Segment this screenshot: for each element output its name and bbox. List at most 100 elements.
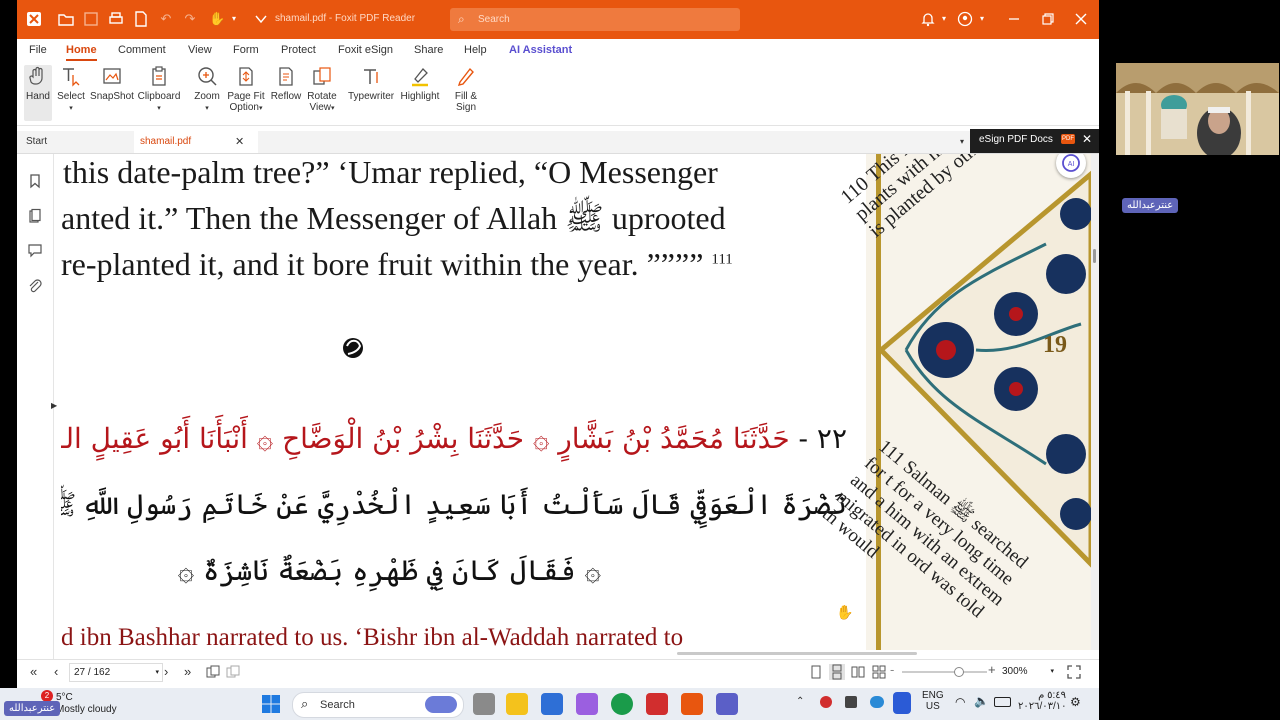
account-icon[interactable]	[957, 11, 973, 27]
undo-icon[interactable]: ↶	[158, 11, 174, 27]
next-page-icon[interactable]: ›	[164, 664, 168, 679]
close-icon[interactable]	[1073, 11, 1089, 27]
chevron-down-icon[interactable]: ▾	[155, 664, 159, 681]
zoom-slider[interactable]	[902, 667, 987, 677]
volume-icon[interactable]: 🔈	[974, 694, 989, 708]
region-label: US	[925, 701, 940, 712]
tray-app-icon[interactable]	[845, 696, 857, 708]
battery-icon[interactable]	[994, 697, 1011, 707]
comments-icon[interactable]	[27, 242, 43, 258]
fullscreen-icon[interactable]	[1067, 665, 1081, 679]
taskbar-search-box[interactable]: ⌕ Search	[292, 692, 464, 718]
chevron-down-icon[interactable]: ▾	[1050, 663, 1054, 680]
microsoft-store-icon[interactable]	[541, 693, 563, 715]
menu-protect[interactable]: Protect	[281, 44, 316, 56]
zoom-level-value: 300%	[1002, 666, 1028, 677]
zoom-out-icon[interactable]: -	[890, 662, 894, 677]
zoom-in-icon[interactable]: +	[988, 662, 996, 677]
menu-form[interactable]: Form	[233, 44, 259, 56]
continuous-view-icon[interactable]	[829, 664, 845, 680]
snapshot-button[interactable]: SnapShot	[90, 65, 134, 102]
tab-shamail[interactable]: shamail.pdf ✕	[134, 131, 258, 153]
vertical-scrollbar[interactable]	[1091, 154, 1099, 650]
close-icon[interactable]: ✕	[1082, 132, 1092, 146]
menu-file[interactable]: File	[29, 44, 47, 56]
quick-access-dropdown-icon[interactable]	[253, 11, 269, 27]
expand-panel-icon[interactable]: ▶	[51, 401, 57, 410]
wifi-icon[interactable]: ◠	[955, 695, 965, 709]
print-icon[interactable]	[108, 11, 124, 27]
fill-sign-button[interactable]: Fill & Sign	[451, 65, 481, 113]
windows-start-icon[interactable]	[260, 693, 282, 715]
previous-page-icon[interactable]: ‹	[54, 664, 58, 679]
english-translation-line: d ibn Bashhar narrated to us. ‘Bishr ibn…	[61, 624, 684, 650]
facing-view-icon[interactable]	[851, 665, 865, 679]
reflow-button[interactable]: Reflow	[270, 65, 302, 102]
rotate-view-button[interactable]: Rotate View▾	[306, 65, 338, 113]
file-explorer-icon[interactable]	[506, 693, 528, 715]
english-line-3-text: re-planted it, and it bore fruit within …	[61, 246, 712, 282]
notification-settings-icon[interactable]: ⚙	[1070, 695, 1081, 709]
tabs-dropdown-icon[interactable]: ▾	[960, 131, 964, 153]
first-page-icon[interactable]: «	[30, 664, 37, 679]
tab-close-icon[interactable]: ✕	[235, 131, 244, 153]
create-pdf-icon[interactable]	[133, 11, 149, 27]
hand-tool-icon[interactable]: ✋	[209, 11, 225, 27]
pdf-page-viewer[interactable]: this date-palm tree?” ‘Umar replied, “O …	[61, 154, 1091, 650]
continuous-facing-view-icon[interactable]	[872, 665, 886, 679]
next-view-icon[interactable]	[226, 665, 240, 679]
save-icon[interactable]	[83, 11, 99, 27]
select-button[interactable]: Select ▾	[56, 65, 86, 113]
chevron-down-icon[interactable]: ▾	[936, 11, 952, 27]
zoom-slider-thumb[interactable]	[954, 667, 964, 677]
teams-icon[interactable]	[716, 693, 738, 715]
onedrive-icon[interactable]	[870, 696, 884, 708]
notification-bell-icon[interactable]	[920, 11, 936, 27]
open-folder-icon[interactable]	[58, 11, 74, 27]
menu-view[interactable]: View	[188, 44, 212, 56]
show-hidden-icons-chevron-icon[interactable]: ⌃	[796, 696, 804, 707]
zoom-level-select[interactable]: 300% ▾	[1000, 663, 1058, 680]
previous-view-icon[interactable]	[206, 665, 220, 679]
typewriter-button[interactable]: Typewriter	[348, 65, 394, 102]
task-view-icon[interactable]	[473, 693, 495, 715]
last-page-icon[interactable]: »	[184, 664, 191, 679]
ai-assistant-floating-button[interactable]: AI	[1056, 154, 1086, 178]
chevron-down-icon[interactable]: ▾	[974, 11, 990, 27]
menu-ai-assistant[interactable]: AI Assistant	[509, 44, 572, 56]
search-placeholder: Search	[478, 14, 510, 25]
attachment-icon[interactable]	[27, 278, 43, 294]
search-input[interactable]: ⌕ Search	[450, 8, 740, 31]
clock[interactable]: ٥:٤٩ م ٢٠٢٦/٠٣/١٠	[1018, 690, 1067, 712]
mcafee-icon[interactable]	[646, 693, 668, 715]
foxit-reader-taskbar-icon[interactable]	[681, 693, 703, 715]
mcafee-tray-icon[interactable]	[820, 696, 832, 708]
hand-button[interactable]: Hand	[24, 65, 52, 121]
horizontal-scrollbar[interactable]	[677, 652, 917, 655]
zoom-button[interactable]: Zoom ▾	[192, 65, 222, 113]
search-icon: ⌕	[301, 696, 309, 711]
scrollbar-thumb[interactable]	[1093, 249, 1096, 263]
page-thumbnails-icon[interactable]	[27, 208, 43, 224]
menu-home[interactable]: Home	[66, 44, 97, 61]
bookmark-icon[interactable]	[27, 173, 43, 189]
restore-icon[interactable]	[1040, 11, 1056, 27]
copilot-icon[interactable]	[576, 693, 598, 715]
clipboard-button[interactable]: Clipboard ▾	[137, 65, 181, 113]
minimize-icon[interactable]	[1006, 11, 1022, 27]
highlight-button[interactable]: Highlight	[399, 65, 441, 102]
chevron-down-icon[interactable]: ▾	[226, 11, 242, 27]
tab-start[interactable]: Start	[17, 131, 143, 153]
page-number-input[interactable]: 27 / 162 ▾	[69, 663, 163, 682]
menu-comment[interactable]: Comment	[118, 44, 166, 56]
single-page-view-icon[interactable]	[809, 665, 823, 679]
microphone-icon[interactable]	[893, 692, 911, 714]
page-fit-option-button[interactable]: Page Fit Option▾	[226, 65, 266, 113]
esign-promo-tab[interactable]: eSign PDF Docs PDF ✕	[970, 129, 1099, 153]
language-indicator[interactable]: ENG US	[922, 690, 944, 712]
redo-icon[interactable]: ↷	[182, 11, 198, 27]
menu-help[interactable]: Help	[464, 44, 487, 56]
menu-foxit-esign[interactable]: Foxit eSign	[338, 44, 393, 56]
chrome-icon[interactable]	[611, 693, 633, 715]
menu-share[interactable]: Share	[414, 44, 443, 56]
